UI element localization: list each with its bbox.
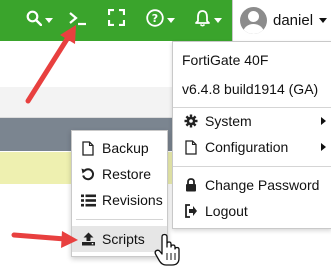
menu-item-logout[interactable]: Logout <box>173 198 331 224</box>
logout-icon <box>184 204 198 218</box>
submenu-item-label: Revisions <box>102 192 163 208</box>
gear-icon <box>184 114 198 128</box>
chevron-down-icon <box>214 17 222 23</box>
help-button[interactable]: ? <box>146 8 175 32</box>
notifications-bell-icon <box>194 9 211 32</box>
submenu-item-label: Scripts <box>102 231 145 247</box>
file-icon <box>184 139 198 155</box>
fullscreen-icon <box>107 8 126 31</box>
file-icon <box>80 140 96 156</box>
menu-item-label: Change Password <box>205 177 320 193</box>
menu-item-label: Logout <box>205 203 248 219</box>
help-icon: ? <box>146 8 164 32</box>
submenu-item-backup[interactable]: Backup <box>72 135 167 161</box>
search-icon <box>26 10 43 31</box>
fullscreen-button[interactable] <box>107 8 126 32</box>
restore-icon <box>80 166 96 182</box>
username-label: daniel <box>273 12 314 29</box>
device-model-label: FortiGate 40F <box>182 52 269 68</box>
submenu-item-label: Backup <box>102 140 149 156</box>
submenu-item-scripts[interactable]: Scripts <box>72 226 167 252</box>
svg-text:?: ? <box>152 12 158 25</box>
menu-item-change-password[interactable]: Change Password <box>173 172 331 198</box>
submenu-item-revisions[interactable]: Revisions <box>72 187 167 213</box>
submenu-divider <box>76 219 163 220</box>
user-dropdown-menu: FortiGate 40F v6.4.8 build1914 (GA) Syst… <box>172 41 331 229</box>
submenu-item-label: Restore <box>102 166 152 182</box>
menu-item-label: System <box>205 113 252 129</box>
configuration-submenu: Backup Restore Revisions Scripts <box>71 130 168 257</box>
search-button[interactable] <box>26 8 53 32</box>
list-icon <box>80 192 96 208</box>
cli-console-button[interactable] <box>68 8 88 32</box>
chevron-right-icon <box>321 143 326 151</box>
upload-icon <box>80 231 96 247</box>
menu-item-label: Configuration <box>205 139 289 155</box>
chevron-down-icon <box>167 17 175 23</box>
cli-console-icon <box>68 10 88 31</box>
lock-icon <box>184 178 198 192</box>
user-menu-toggle[interactable]: daniel <box>232 0 331 41</box>
chevron-down-icon <box>319 18 328 23</box>
menu-divider <box>173 166 331 167</box>
menu-item-configuration[interactable]: Configuration <box>173 134 331 160</box>
menu-item-system[interactable]: System <box>173 108 331 134</box>
chevron-down-icon <box>45 17 53 23</box>
chevron-right-icon <box>321 117 326 125</box>
firmware-version-label: v6.4.8 build1914 (GA) <box>182 81 319 97</box>
user-avatar-icon <box>240 7 267 34</box>
submenu-item-restore[interactable]: Restore <box>72 161 167 187</box>
notifications-button[interactable] <box>194 8 222 32</box>
